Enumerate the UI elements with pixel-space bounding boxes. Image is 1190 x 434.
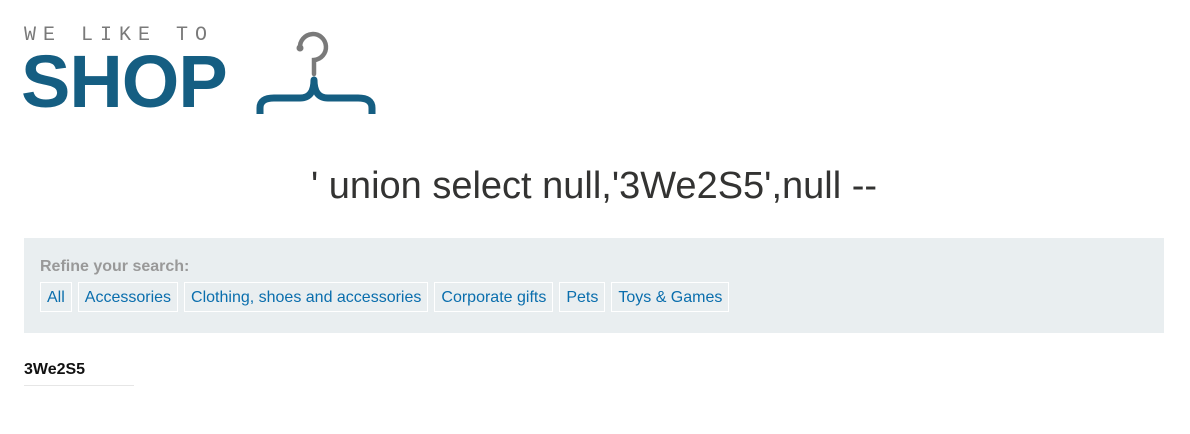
filter-link-accessories[interactable]: Accessories [77,282,179,312]
result-item: 3We2S5 [24,360,134,386]
filter-label: Refine your search: [40,258,190,275]
filter-panel: Refine your search: All Accessories Clot… [24,238,1164,333]
filter-link-clothing[interactable]: Clothing, shoes and accessories [184,282,429,312]
hanger-icon [256,31,376,114]
filter-link-pets[interactable]: Pets [559,282,606,312]
filter-list: All Accessories Clothing, shoes and acce… [40,282,730,312]
site-logo[interactable]: WE LIKE TO SHOP [21,18,382,122]
result-name: 3We2S5 [24,361,86,378]
filter-link-toys-games[interactable]: Toys & Games [611,282,730,312]
result-divider [24,385,134,386]
filter-link-corporate-gifts[interactable]: Corporate gifts [434,282,554,312]
page-title: ' union select null,'3We2S5',null -- [310,165,878,207]
logo-wordmark: SHOP [21,40,228,123]
filter-link-all[interactable]: All [40,282,72,312]
